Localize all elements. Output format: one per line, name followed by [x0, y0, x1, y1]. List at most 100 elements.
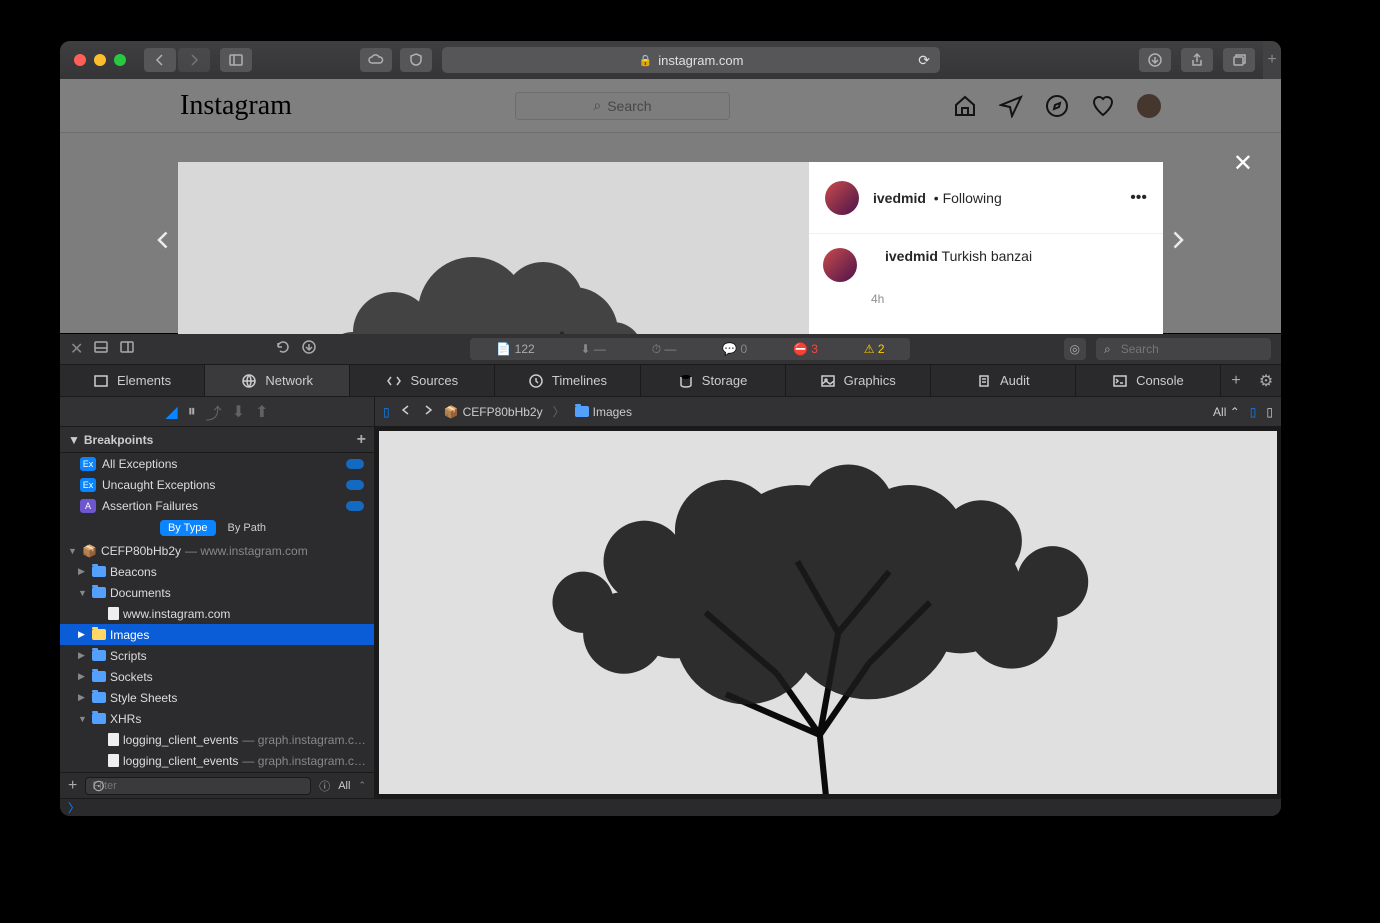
- console-prompt-icon: 〉: [68, 801, 80, 815]
- breakpoint-uncaught-exceptions[interactable]: ExUncaught Exceptions: [60, 474, 374, 495]
- step-into-button[interactable]: ⬇: [232, 402, 245, 422]
- by-type-pill[interactable]: By Type: [160, 520, 216, 536]
- status-capsule: 📄 122 ⬇ — ⏱ — 💬 0 ⛔ 3 ⚠ 2: [470, 338, 910, 360]
- reload-button[interactable]: [275, 339, 291, 360]
- tree-folder-stylesheets[interactable]: ▶Style Sheets: [60, 687, 374, 708]
- dock-side-button[interactable]: [119, 339, 135, 360]
- activity-icon[interactable]: [1091, 94, 1115, 118]
- path-back-button[interactable]: [400, 404, 412, 419]
- settings-button[interactable]: ⚙: [1251, 365, 1281, 396]
- scope-selector[interactable]: All ⌃: [1213, 405, 1240, 419]
- tree-folder-sockets[interactable]: ▶Sockets: [60, 666, 374, 687]
- tree-root[interactable]: ▼📦CEFP80bHb2y — www.instagram.com: [60, 540, 374, 561]
- breakpoint-toggle-icon[interactable]: ◢: [165, 402, 177, 422]
- tree-folder-beacons[interactable]: ▶Beacons: [60, 561, 374, 582]
- share-button[interactable]: [1181, 48, 1213, 72]
- filter-all[interactable]: All: [338, 780, 350, 792]
- close-devtools-button[interactable]: ✕: [70, 339, 83, 359]
- tree-file-document[interactable]: www.instagram.com: [60, 603, 374, 624]
- messages-icon[interactable]: [999, 94, 1023, 118]
- post-sidebar: ivedmid • Following ••• ivedmid Turkish …: [809, 162, 1163, 334]
- by-path-pill[interactable]: By Path: [220, 520, 275, 536]
- tabs-button[interactable]: [1223, 48, 1255, 72]
- window-maximize-button[interactable]: [114, 54, 126, 66]
- devtools-search-input[interactable]: [1121, 342, 1261, 356]
- tab-timelines[interactable]: Timelines: [495, 365, 640, 396]
- post-author-username[interactable]: ivedmid: [873, 190, 926, 206]
- titlebar: 🔒 instagram.com ⟳ +: [60, 41, 1281, 79]
- forward-button[interactable]: [178, 48, 210, 72]
- caption-avatar[interactable]: [823, 248, 857, 282]
- sidebar-footer: + ⊙ ⓘ All ⌃: [60, 772, 374, 798]
- devtools-toolbar: ✕ 📄 122 ⬇ — ⏱ — 💬 0 ⛔ 3 ⚠ 2 ◎ ⌕: [60, 333, 1281, 364]
- console-drawer[interactable]: 〉: [60, 798, 1281, 816]
- search-icon: ⌕: [1104, 342, 1111, 357]
- tree-file-xhr[interactable]: logging_client_events — graph.instagram.…: [60, 750, 374, 771]
- back-button[interactable]: [144, 48, 176, 72]
- tab-graphics[interactable]: Graphics: [786, 365, 931, 396]
- tab-console[interactable]: Console: [1076, 365, 1221, 396]
- tree-file-xhr[interactable]: logging_client_events — graph.instagram.…: [60, 729, 374, 750]
- tree-folder-images[interactable]: ▶Images: [60, 624, 374, 645]
- add-resource-button[interactable]: +: [68, 777, 77, 795]
- breakpoint-all-exceptions[interactable]: ExAll Exceptions: [60, 453, 374, 474]
- resource-detail: ▯ 📦CEFP80bHb2y 〉 Images All ⌃ ▯ ▯: [375, 397, 1281, 798]
- profile-avatar[interactable]: [1137, 94, 1161, 118]
- warnings-count[interactable]: ⚠ 2: [864, 342, 885, 356]
- explore-icon[interactable]: [1045, 94, 1069, 118]
- tab-network[interactable]: Network: [205, 365, 350, 396]
- download-button[interactable]: [301, 339, 317, 360]
- transfer-size: ⬇ —: [581, 342, 606, 356]
- step-over-button[interactable]: ⤴: [206, 400, 222, 424]
- target-button[interactable]: ◎: [1064, 338, 1086, 360]
- instagram-logo[interactable]: Instagram: [180, 90, 292, 122]
- home-icon[interactable]: [953, 94, 977, 118]
- tab-audit[interactable]: Audit: [931, 365, 1076, 396]
- instagram-nav: [953, 94, 1161, 118]
- safari-window: 🔒 instagram.com ⟳ + Instagram ⌕ Search: [60, 41, 1281, 816]
- layout-toggle-icon[interactable]: ▯: [1250, 405, 1257, 419]
- path-crumb-current[interactable]: Images: [575, 405, 632, 419]
- tab-storage[interactable]: Storage: [641, 365, 786, 396]
- icloud-button[interactable]: [360, 48, 392, 72]
- devtools-search[interactable]: ⌕: [1096, 338, 1271, 360]
- modal-close-button[interactable]: ✕: [1233, 149, 1253, 178]
- details-toggle-icon[interactable]: ▯: [1266, 405, 1273, 419]
- sidebar-collapse-icon[interactable]: ▯: [383, 405, 390, 419]
- downloads-button[interactable]: [1139, 48, 1171, 72]
- filter-info-icon[interactable]: ⊙: [92, 776, 105, 796]
- tab-sources[interactable]: Sources: [350, 365, 495, 396]
- tab-elements[interactable]: Elements: [60, 365, 205, 396]
- reload-icon[interactable]: ⟳: [918, 52, 930, 69]
- instagram-search[interactable]: ⌕ Search: [515, 92, 730, 120]
- add-breakpoint-button[interactable]: +: [357, 431, 366, 449]
- sidebar-toggle-button[interactable]: [220, 48, 252, 72]
- window-close-button[interactable]: [74, 54, 86, 66]
- dock-button[interactable]: [93, 339, 109, 360]
- post-options-button[interactable]: •••: [1130, 189, 1147, 207]
- new-tab-button[interactable]: +: [1263, 41, 1281, 79]
- post-author-avatar[interactable]: [825, 181, 859, 215]
- breakpoint-assertion-failures[interactable]: AAssertion Failures: [60, 495, 374, 516]
- privacy-report-button[interactable]: [400, 48, 432, 72]
- lock-icon: 🔒: [639, 54, 653, 67]
- modal-next-button[interactable]: [1161, 224, 1193, 256]
- url-bar[interactable]: 🔒 instagram.com ⟳: [442, 47, 940, 73]
- tree-folder-scripts[interactable]: ▶Scripts: [60, 645, 374, 666]
- path-bar: ▯ 📦CEFP80bHb2y 〉 Images All ⌃ ▯ ▯: [375, 397, 1281, 427]
- search-icon: ⌕: [593, 97, 601, 114]
- window-minimize-button[interactable]: [94, 54, 106, 66]
- add-tab-button[interactable]: +: [1221, 365, 1251, 396]
- pause-button[interactable]: ⏸: [188, 403, 196, 421]
- filter-clock-icon[interactable]: ⓘ: [319, 778, 330, 794]
- tree-folder-xhrs[interactable]: ▼XHRs: [60, 708, 374, 729]
- step-out-button[interactable]: ⬆: [255, 402, 268, 422]
- modal-prev-button[interactable]: [148, 224, 180, 256]
- path-crumb-root[interactable]: 📦CEFP80bHb2y: [444, 405, 543, 419]
- breakpoints-header: ▼ Breakpoints +: [60, 427, 374, 453]
- path-forward-button[interactable]: [422, 404, 434, 419]
- errors-count[interactable]: ⛔ 3: [793, 342, 818, 356]
- tree-folder-documents[interactable]: ▼Documents: [60, 582, 374, 603]
- following-label: • Following: [930, 190, 1002, 206]
- filter-input[interactable]: [85, 777, 311, 795]
